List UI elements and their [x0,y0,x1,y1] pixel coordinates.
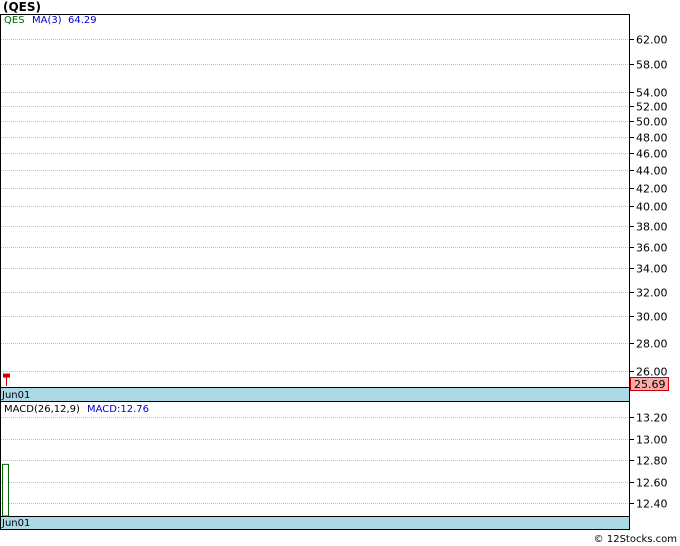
price-tick-label: 26.00 [636,366,668,379]
macd-legend-value: MACD:12.76 [87,404,149,415]
price-tick-label: 58.00 [636,59,668,72]
macd-y-ticks: 13.20 13.00 12.80 12.60 12.40 [629,412,668,511]
price-tick-label: 38.00 [636,221,668,234]
price-x-label: Jun01 [1,390,30,401]
macd-panel-frame [0,401,630,517]
price-tick-label: 52.00 [636,101,668,114]
macd-date-strip [0,516,630,530]
price-tick-label: 54.00 [636,87,668,100]
price-legend-symbol: QES [4,15,25,26]
price-tick-label: 32.00 [636,287,668,300]
macd-panel: 13.2013.0012.8012.6012.40 MACD(26,12,9) … [0,401,668,530]
price-tick-label: 62.00 [636,34,668,47]
price-tick-label: 50.00 [636,116,668,129]
price-date-strip [0,387,630,402]
stock-chart: (QES) 62.00 58.00 54.0052.00 50.00 48.00 46.0… [0,0,677,545]
price-y-ticks: 62.00 58.00 54.0052.00 50.00 48.00 46.00 44.00… [629,34,668,379]
last-price-label: 25.69 [634,378,666,391]
chart-title: (QES) [3,0,41,14]
price-tick-label: 40.00 [636,201,668,214]
price-tick-label: 48.00 [636,132,668,145]
price-tick-label: 36.00 [636,242,668,255]
price-bar [3,373,10,378]
price-tick-label: 28.00 [636,338,668,351]
macd-tick-label: 13.20 [636,412,668,425]
price-panel-frame [0,14,630,388]
macd-marks [2,463,9,517]
macd-bar [2,463,9,517]
price-tick-label: 44.00 [636,165,668,178]
macd-tick-label: 12.60 [636,477,668,490]
price-tick-label: 46.00 [636,148,668,161]
price-tick-label: 30.00 [636,311,668,324]
macd-tick-label: 12.80 [636,455,668,468]
macd-x-label: Jun01 [1,518,30,529]
macd-tick-label: 12.40 [636,498,668,511]
price-tick-label: 34.00 [636,263,668,276]
price-legend-ma-label: MA(3) [32,15,62,26]
price-panel: 62.00 58.00 54.0052.00 50.00 48.00 46.00 44.00… [0,14,669,402]
price-tick-label: 42.00 [636,183,668,196]
macd-legend-name: MACD(26,12,9) [4,404,80,415]
copyright-text: © 12Stocks.com [594,534,677,545]
macd-tick-label: 13.00 [636,434,668,447]
price-legend-ma-value: 64.29 [68,15,97,26]
